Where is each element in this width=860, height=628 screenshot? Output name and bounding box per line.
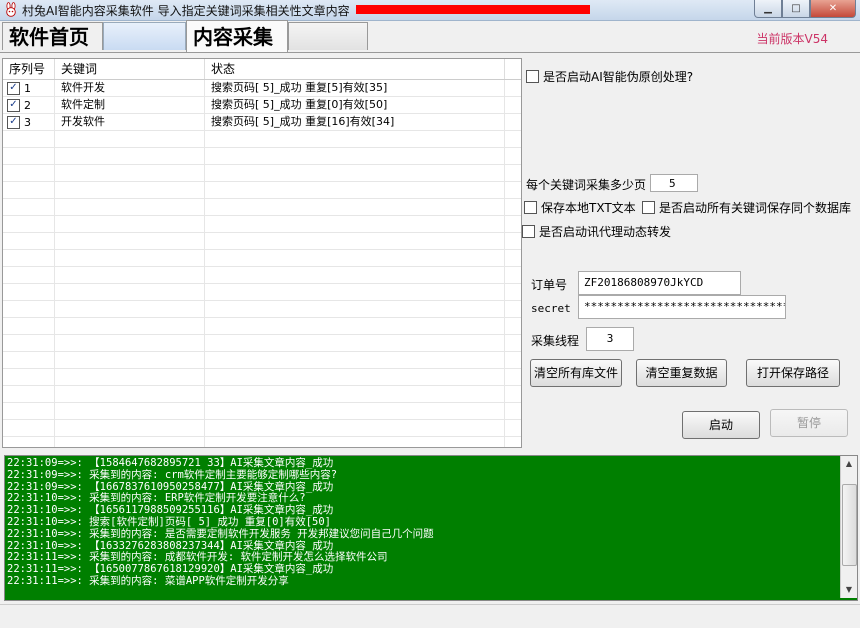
pages-per-keyword-label: 每个关键词采集多少页: [526, 178, 647, 192]
table-row-empty: [3, 420, 521, 437]
maximize-icon: □: [791, 3, 801, 14]
row-status: 搜索页码[ 5]_成功 重复[16]有效[34]: [205, 114, 505, 130]
log-line: 22:31:10=>>: 采集到的内容: 是否需要定制软件开发服务 开发邦建议您…: [7, 527, 434, 540]
table-row-empty: [3, 165, 521, 182]
same-db-checkbox[interactable]: 是否启动所有关键词保存同个数据库: [642, 199, 851, 216]
checkbox-box[interactable]: [524, 201, 537, 214]
close-icon: ✕: [828, 3, 838, 14]
version-label: 当前版本V54: [756, 32, 828, 46]
table-row-empty: [3, 437, 521, 447]
order-label: 订单号: [531, 278, 568, 292]
table-row-empty: [3, 148, 521, 165]
table-row-empty: [3, 250, 521, 267]
save-txt-label: 保存本地TXT文本: [541, 201, 636, 215]
secret-label: secret: [531, 302, 571, 315]
table-row-empty: [3, 301, 521, 318]
save-txt-checkbox[interactable]: 保存本地TXT文本: [524, 199, 636, 216]
pages-per-keyword-input[interactable]: 5: [650, 174, 698, 192]
row-status: 搜索页码[ 5]_成功 重复[0]有效[50]: [205, 97, 505, 113]
table-row-empty: [3, 352, 521, 369]
ai-rewrite-checkbox[interactable]: 是否启动AI智能伪原创处理?: [526, 68, 693, 85]
tab-strip: 软件首页 内容采集: [0, 20, 860, 52]
log-lines: 22:31:09=>>: 【1584647682895721 33】AI采集文章…: [7, 457, 837, 588]
scroll-down-icon[interactable]: ▼: [841, 582, 857, 598]
log-line: 22:31:09=>>: 采集到的内容: crm软件定制主要能够定制哪些内容?: [7, 468, 338, 481]
open-save-path-button[interactable]: 打开保存路径: [746, 359, 840, 387]
table-row-empty: [3, 233, 521, 250]
secret-input[interactable]: ********************************: [578, 295, 786, 319]
table-row[interactable]: ✓ 1 软件开发 搜索页码[ 5]_成功 重复[5]有效[35]: [3, 80, 521, 97]
tab-blank-2[interactable]: [288, 22, 368, 50]
table-row-empty: [3, 216, 521, 233]
tab-blank-1[interactable]: [103, 22, 186, 50]
table-header: 序列号 关键词 状态: [3, 59, 521, 80]
table-row-empty: [3, 318, 521, 335]
ai-rewrite-label: 是否启动AI智能伪原创处理?: [543, 70, 694, 84]
rabbit-app-icon: [6, 2, 16, 17]
title-bar: 村兔AI智能内容采集软件 导入指定关键词采集相关性文章内容 ▁ □ ✕: [0, 0, 860, 21]
table-row-empty: [3, 267, 521, 284]
table-row-empty: [3, 199, 521, 216]
header-keyword[interactable]: 关键词: [55, 59, 205, 79]
row-keyword: 开发软件: [55, 114, 205, 130]
checkbox-box[interactable]: [526, 70, 539, 83]
checkbox-box[interactable]: [642, 201, 655, 214]
table-row-empty: [3, 403, 521, 420]
keyword-table[interactable]: 序列号 关键词 状态 ✓ 1 软件开发 搜索页码[ 5]_成功 重复[5]有效[3…: [2, 58, 522, 448]
start-button[interactable]: 启动: [682, 411, 760, 439]
table-row[interactable]: ✓ 3 开发软件 搜索页码[ 5]_成功 重复[16]有效[34]: [3, 114, 521, 131]
table-row-empty: [3, 131, 521, 148]
proxy-checkbox[interactable]: 是否启动讯代理动态转发: [522, 223, 671, 240]
close-button[interactable]: ✕: [810, 0, 856, 18]
checkbox-box[interactable]: [522, 225, 535, 238]
status-bar: [0, 604, 860, 628]
row-index: 2: [24, 98, 31, 112]
clear-library-button[interactable]: 清空所有库文件: [530, 359, 622, 387]
log-line: 22:31:10=>>: 搜索[软件定制]页码[ 5]_成功 重复[0]有效[5…: [7, 515, 332, 528]
tab-divider: [0, 52, 860, 53]
row-keyword: 软件定制: [55, 97, 205, 113]
row-index: 3: [24, 115, 31, 129]
header-index[interactable]: 序列号: [3, 59, 55, 79]
minimize-icon: ▁: [764, 3, 772, 14]
row-checkbox[interactable]: ✓: [7, 98, 20, 112]
redacted-bar: [356, 5, 590, 14]
row-status: 搜索页码[ 5]_成功 重复[5]有效[35]: [205, 80, 505, 96]
scroll-up-icon[interactable]: ▲: [841, 456, 857, 472]
header-status[interactable]: 状态: [205, 59, 505, 79]
proxy-label: 是否启动讯代理动态转发: [539, 225, 672, 239]
clear-duplicates-button[interactable]: 清空重复数据: [636, 359, 727, 387]
log-console[interactable]: 22:31:09=>>: 【1584647682895721 33】AI采集文章…: [4, 455, 858, 601]
table-row-empty: [3, 284, 521, 301]
log-scrollbar[interactable]: ▲ ▼: [840, 456, 857, 598]
same-db-label: 是否启动所有关键词保存同个数据库: [659, 201, 852, 215]
table-row-empty: [3, 182, 521, 199]
maximize-button[interactable]: □: [782, 0, 810, 18]
threads-label: 采集线程: [531, 334, 580, 348]
row-index: 1: [24, 81, 31, 95]
settings-panel: 是否启动AI智能伪原创处理? 每个关键词采集多少页 5 保存本地TXT文本 是否…: [522, 58, 860, 446]
row-checkbox[interactable]: ✓: [7, 81, 20, 95]
pause-button[interactable]: 暂停: [770, 409, 848, 437]
minimize-button[interactable]: ▁: [754, 0, 782, 18]
tab-content-collect[interactable]: 内容采集: [186, 20, 288, 52]
row-checkbox[interactable]: ✓: [7, 115, 20, 129]
table-row-empty: [3, 369, 521, 386]
tab-home[interactable]: 软件首页: [2, 22, 103, 50]
table-row[interactable]: ✓ 2 软件定制 搜索页码[ 5]_成功 重复[0]有效[50]: [3, 97, 521, 114]
order-input[interactable]: ZF20186808970JkYCD: [578, 271, 741, 295]
log-line: 22:31:11=>>: 采集到的内容: 菜谱APP软件定制开发分享: [7, 574, 289, 587]
threads-input[interactable]: 3: [586, 327, 634, 351]
table-row-empty: [3, 335, 521, 352]
row-keyword: 软件开发: [55, 80, 205, 96]
window-title: 村兔AI智能内容采集软件 导入指定关键词采集相关性文章内容: [22, 4, 350, 18]
table-row-empty: [3, 386, 521, 403]
scroll-thumb[interactable]: [842, 484, 857, 566]
